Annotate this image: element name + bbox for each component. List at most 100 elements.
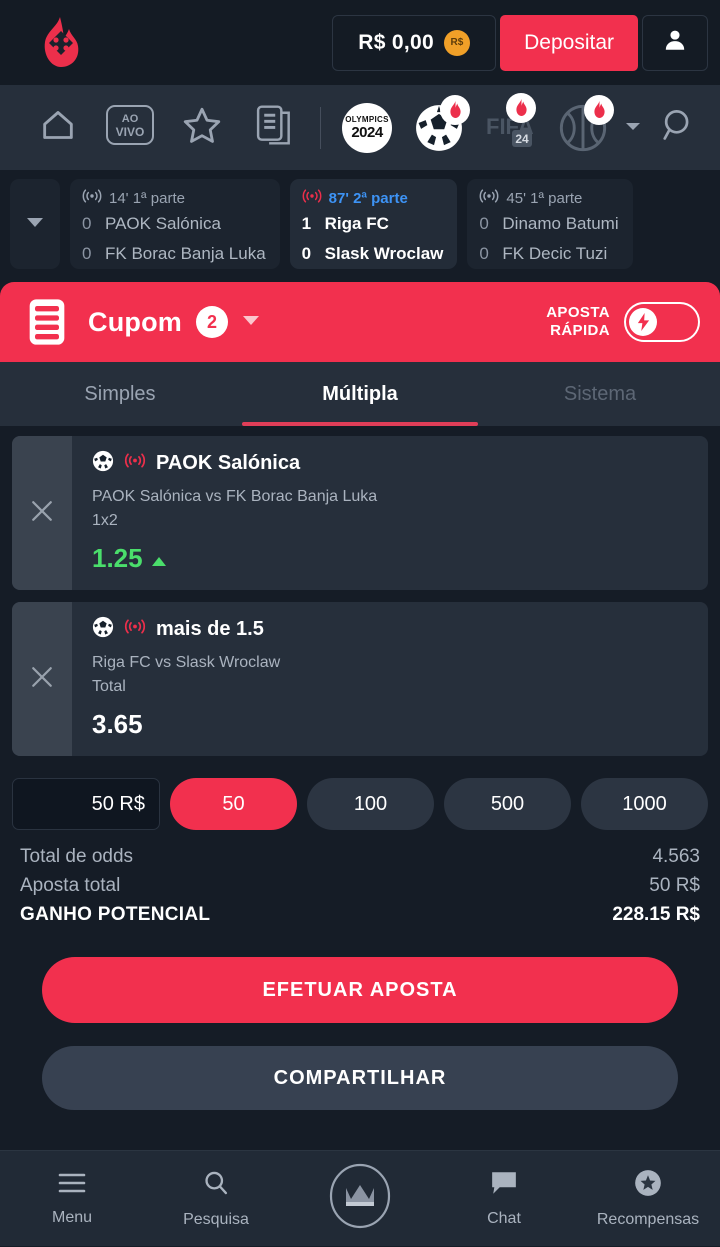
nav-more-sports-button[interactable] (619, 119, 647, 137)
home-icon (38, 105, 78, 150)
potential-win-label: GANHO POTENCIAL (20, 904, 211, 925)
nav-item-home[interactable] (22, 85, 94, 170)
nav-item-bet-history[interactable] (238, 85, 310, 170)
close-icon (27, 662, 57, 697)
total-odds-value: 4.563 (652, 846, 700, 867)
total-stake-value: 50 R$ (649, 875, 700, 896)
lightning-bolt-icon (629, 308, 657, 336)
bottom-nav-vip[interactable] (288, 1160, 432, 1237)
match-home-score: 0 (82, 214, 92, 233)
bet-pick-name: mais de 1.5 (156, 617, 264, 640)
chevron-down-icon (26, 215, 44, 233)
balance-display[interactable]: R$ 0,00 R$ (332, 14, 497, 71)
remove-selection-button[interactable] (12, 602, 72, 756)
potential-win-value: 228.15 R$ (612, 904, 700, 925)
betslip-count-badge: 2 (195, 306, 228, 338)
betslip-tabs: Simples Múltipla Sistema (0, 362, 720, 426)
nav-item-favorites[interactable] (166, 85, 238, 170)
summary-row-payout: GANHO POTENCIAL 228.15 R$ (20, 904, 700, 933)
bottom-nav-chat[interactable]: Chat (432, 1151, 576, 1247)
tab-multipla[interactable]: Múltipla (240, 362, 480, 426)
betslip-actions: EFETUAR APOSTA COMPARTILHAR (0, 937, 720, 1110)
bottom-nav-search[interactable]: Pesquisa (144, 1151, 288, 1247)
stake-input[interactable] (12, 778, 160, 830)
bet-match-name: Riga FC vs Slask Wroclaw (92, 654, 281, 671)
svg-text:VIVO: VIVO (116, 125, 145, 139)
sport-nav-bar: AO VIVO OLYMPICS 2024 FIFA 24 (0, 85, 720, 170)
caret-down-icon[interactable] (242, 313, 260, 331)
nav-item-soccer[interactable] (403, 85, 475, 170)
svg-text:24: 24 (515, 132, 529, 146)
place-bet-button[interactable]: EFETUAR APOSTA (42, 957, 678, 1023)
bet-history-icon (254, 103, 294, 152)
summary-row-stake: Aposta total 50 R$ (20, 875, 700, 904)
nav-item-basketball[interactable] (547, 85, 619, 170)
bottom-nav-rewards[interactable]: Recompensas (576, 1151, 720, 1247)
match-away-score: 0 (479, 244, 489, 263)
summary-row-odds: Total de odds 4.563 (20, 846, 700, 875)
quick-bet-label-line2: RÁPIDA (550, 322, 610, 339)
ticker-collapse-button[interactable] (10, 179, 60, 269)
total-stake-label: Aposta total (20, 875, 121, 896)
profile-button[interactable] (642, 14, 708, 71)
quick-bet-toggle[interactable] (624, 302, 700, 342)
nav-item-fifa24[interactable]: FIFA 24 (475, 85, 547, 170)
tab-sistema[interactable]: Sistema (480, 362, 720, 426)
stake-chip-500[interactable]: 500 (444, 778, 571, 830)
bottom-nav-chat-label: Chat (487, 1209, 521, 1227)
share-bet-button[interactable]: COMPARTILHAR (42, 1046, 678, 1110)
ticker-match-card[interactable]: 87' 2ª parte 1 Riga FC 0 Slask Wroclaw (289, 179, 458, 269)
stake-chip-50[interactable]: 50 (170, 778, 297, 830)
betslip-panel: Cupom 2 APOSTA RÁPIDA Simples Múltipla S… (0, 282, 720, 426)
hot-flame-badge-icon (440, 94, 470, 125)
nav-item-olympics[interactable]: OLYMPICS 2024 (331, 85, 403, 170)
close-icon (27, 496, 57, 531)
nav-item-live[interactable]: AO VIVO (94, 85, 166, 170)
svg-text:AO: AO (122, 113, 139, 125)
match-home-row: 0 Dinamo Batumi (479, 209, 618, 239)
top-bar: R$ 0,00 R$ Depositar (0, 0, 720, 85)
hamburger-menu-icon (57, 1171, 87, 1200)
live-signal-icon (479, 188, 499, 209)
soccer-ball-icon (92, 616, 114, 643)
deposit-button[interactable]: Depositar (500, 14, 638, 71)
match-away-score: 0 (301, 244, 312, 263)
match-away-team: FK Borac Banja Luka (105, 244, 266, 263)
tab-simples[interactable]: Simples (0, 362, 240, 426)
hot-flame-badge-icon (506, 92, 536, 123)
match-time: 14' 1ª parte (109, 189, 185, 207)
bottom-nav-menu[interactable]: Menu (0, 1151, 144, 1247)
bottom-nav-search-label: Pesquisa (183, 1210, 249, 1228)
live-match-ticker: 14' 1ª parte 0 PAOK Salónica 0 FK Borac … (0, 170, 720, 278)
ticker-match-card[interactable]: 45' 1ª parte 0 Dinamo Batumi 0 FK Decic … (467, 179, 633, 269)
soccer-ball-icon (92, 450, 114, 477)
star-badge-icon (634, 1169, 662, 1202)
chat-bubble-icon (490, 1170, 518, 1201)
olympics-label-top: OLYMPICS (345, 114, 389, 124)
match-time: 87' 2ª parte (328, 189, 408, 207)
fifa24-icon: FIFA 24 (482, 92, 540, 157)
match-status: 14' 1ª parte (82, 187, 266, 209)
match-away-team: Slask Wroclaw (324, 244, 444, 263)
triangle-up-icon (151, 543, 167, 574)
stake-chip-1000[interactable]: 1000 (581, 778, 708, 830)
betslip-selections: PAOK Salónica PAOK Salónica vs FK Borac … (0, 426, 720, 756)
stake-chip-100[interactable]: 100 (307, 778, 434, 830)
betslip-icon (26, 298, 68, 346)
app-logo[interactable] (0, 15, 120, 71)
nav-search-button[interactable] (660, 106, 698, 149)
bet-selection-body: mais de 1.5 Riga FC vs Slask Wroclaw Tot… (72, 602, 708, 756)
match-home-team: Riga FC (324, 214, 389, 233)
search-icon (660, 106, 698, 149)
match-time: 45' 1ª parte (506, 189, 583, 207)
match-home-team: Dinamo Batumi (502, 214, 619, 233)
match-away-row: 0 FK Decic Tuzi (479, 239, 618, 269)
bet-selection-head: mais de 1.5 (92, 616, 692, 642)
bet-market-name: Total (92, 678, 126, 695)
ticker-match-card[interactable]: 14' 1ª parte 0 PAOK Salónica 0 FK Borac … (70, 179, 280, 269)
bet-selection-row: PAOK Salónica PAOK Salónica vs FK Borac … (12, 436, 708, 590)
currency-coin-icon: R$ (443, 29, 470, 56)
quick-bet-label: APOSTA RÁPIDA (546, 304, 610, 341)
chevron-down-icon (624, 119, 642, 137)
remove-selection-button[interactable] (12, 436, 72, 590)
